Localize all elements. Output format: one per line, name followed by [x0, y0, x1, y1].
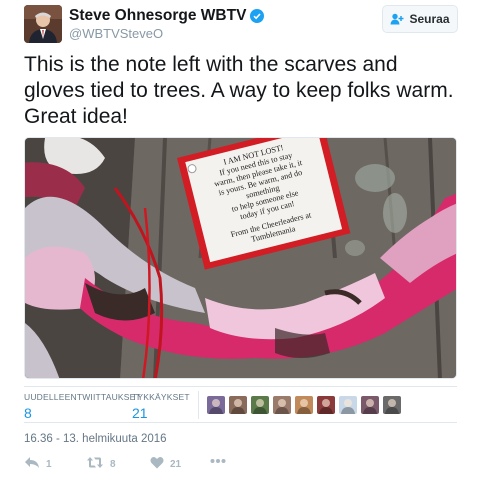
tweet-actions: 1 8 21	[24, 456, 324, 476]
retweets-label: UUDELLEENTWIITTAUKSET	[24, 392, 141, 402]
liker-avatar[interactable]	[295, 396, 313, 414]
tweet-photo[interactable]: I AM NOT LOST! If you need this to stay …	[24, 137, 457, 379]
liker-avatar[interactable]	[361, 396, 379, 414]
tweet-timestamp[interactable]: 16.36 - 13. helmikuuta 2016	[24, 433, 167, 445]
tweet-text: This is the note left with the scarves a…	[24, 53, 454, 128]
like-button[interactable]: 21	[150, 456, 181, 472]
retweet-button[interactable]: 8	[86, 456, 116, 472]
author-avatar[interactable]	[24, 5, 62, 43]
liker-avatar[interactable]	[251, 396, 269, 414]
reply-button[interactable]: 1	[24, 456, 52, 472]
author-name[interactable]: Steve Ohnesorge WBTV	[69, 7, 246, 25]
retweets-value: 8	[24, 405, 32, 421]
liker-avatars	[207, 396, 405, 414]
liker-avatar[interactable]	[229, 396, 247, 414]
retweet-icon	[86, 456, 104, 472]
follow-button[interactable]: Seuraa	[382, 5, 458, 33]
likes-label: TYKKÄYKSET	[132, 392, 190, 402]
likes-value: 21	[132, 405, 148, 421]
more-button[interactable]	[210, 456, 226, 467]
add-user-icon	[390, 13, 404, 25]
liker-avatar[interactable]	[317, 396, 335, 414]
verified-badge-icon	[250, 9, 265, 23]
liker-avatar[interactable]	[207, 396, 225, 414]
author-name-line[interactable]: Steve Ohnesorge WBTV	[69, 7, 265, 25]
reply-count: 1	[46, 458, 52, 470]
heart-icon	[150, 456, 164, 472]
liker-avatar[interactable]	[383, 396, 401, 414]
follow-label: Seuraa	[409, 12, 450, 26]
like-count: 21	[170, 458, 182, 470]
author-handle[interactable]: @WBTVSteveO	[69, 26, 163, 41]
liker-avatar[interactable]	[339, 396, 357, 414]
likes-stat[interactable]: TYKKÄYKSET 21	[132, 392, 190, 421]
stats-divider	[198, 391, 199, 419]
retweets-stat[interactable]: UUDELLEENTWIITTAUKSET 8	[24, 392, 141, 421]
retweet-count: 8	[110, 458, 116, 470]
liker-avatar[interactable]	[273, 396, 291, 414]
reply-icon	[24, 456, 40, 472]
tweet-header: Steve Ohnesorge WBTV @WBTVSteveO Seuraa	[24, 4, 460, 44]
tweet-stats: UUDELLEENTWIITTAUKSET 8 TYKKÄYKSET 21	[24, 386, 457, 423]
more-dots-icon	[210, 456, 226, 467]
